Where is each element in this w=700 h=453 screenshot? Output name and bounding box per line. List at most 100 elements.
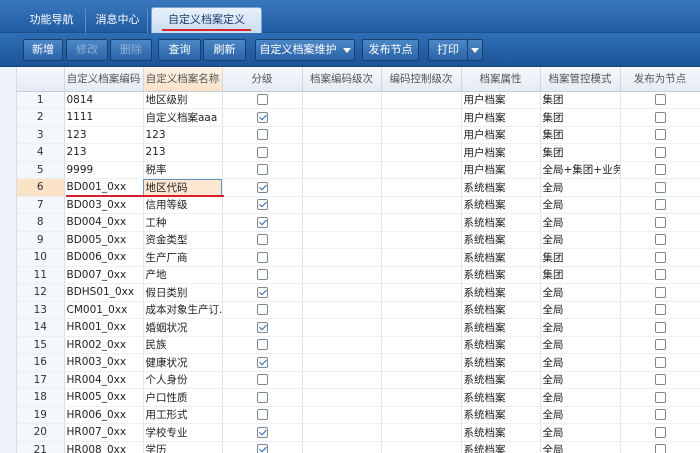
checkbox[interactable] [654, 199, 666, 211]
checkbox[interactable] [654, 146, 666, 158]
archive-attribute-cell[interactable]: 系统档案 [461, 371, 541, 389]
code-level-cell[interactable] [302, 406, 382, 424]
code-control-level-cell[interactable] [381, 301, 462, 319]
archive-code-cell[interactable]: HR007_0xx [64, 423, 144, 442]
archive-name-cell[interactable]: 资金类型 [143, 231, 223, 249]
archive-attribute-cell[interactable]: 系统档案 [461, 423, 541, 442]
checkbox[interactable] [256, 94, 268, 106]
row-number[interactable]: 4 [17, 143, 65, 162]
row-number[interactable]: 5 [17, 161, 65, 179]
checkbox[interactable] [654, 339, 666, 351]
checkbox[interactable] [256, 216, 268, 228]
checkbox[interactable] [654, 181, 666, 193]
table-row[interactable]: 59999税率 用户档案全局+集团+业务... [17, 161, 700, 179]
archive-attribute-cell[interactable]: 系统档案 [461, 336, 541, 354]
control-mode-cell[interactable]: 全局+集团+业务... [540, 161, 621, 179]
archive-code-cell[interactable]: BDHS01_0xx [64, 283, 144, 302]
row-number[interactable]: 14 [17, 318, 65, 337]
checkbox[interactable] [654, 94, 666, 106]
checkbox[interactable] [654, 391, 666, 403]
checkbox[interactable] [256, 321, 268, 333]
table-row[interactable]: 6 BD001_0xx 地区代码 系统档案 全局 [17, 178, 700, 197]
table-row[interactable]: 18 HR005_0xx 户口性质 系统档案 全局 [17, 388, 700, 407]
row-number[interactable]: 6 [17, 178, 65, 197]
archive-code-cell[interactable]: 123 [64, 126, 144, 144]
archive-name-cell[interactable]: 用工形式 [143, 406, 223, 424]
checkbox[interactable] [654, 409, 666, 421]
archive-name-cell[interactable]: 成本对象生产订... [143, 301, 223, 319]
row-number[interactable]: 16 [17, 353, 65, 372]
table-row[interactable]: 15 HR002_0xx 民族 系统档案 全局 [17, 336, 700, 354]
archive-attribute-cell[interactable]: 系统档案 [461, 213, 541, 232]
archive-attribute-cell[interactable]: 系统档案 [461, 196, 541, 214]
code-control-level-cell[interactable] [381, 318, 462, 337]
archive-code-cell[interactable]: HR004_0xx [64, 371, 144, 389]
row-number[interactable]: 20 [17, 423, 65, 442]
archive-code-cell[interactable]: HR002_0xx [64, 336, 144, 354]
row-number[interactable]: 18 [17, 388, 65, 407]
tab-custom-archive-definition[interactable]: 自定义档案定义 [151, 7, 262, 33]
code-level-cell[interactable] [302, 388, 382, 407]
row-number[interactable]: 21 [17, 441, 65, 453]
control-mode-cell[interactable]: 全局 [540, 178, 621, 197]
checkbox[interactable] [256, 444, 268, 453]
archive-code-cell[interactable]: BD006_0xx [64, 248, 144, 267]
archive-attribute-cell[interactable]: 系统档案 [461, 441, 541, 453]
control-mode-cell[interactable]: 集团 [540, 126, 621, 144]
checkbox[interactable] [654, 251, 666, 263]
archive-name-cell[interactable]: 地区级别 [143, 91, 223, 109]
code-control-level-cell[interactable] [381, 353, 462, 372]
checkbox[interactable] [256, 234, 268, 246]
code-control-level-cell[interactable] [381, 213, 462, 232]
archive-attribute-cell[interactable]: 系统档案 [461, 231, 541, 249]
code-level-cell[interactable] [302, 266, 382, 284]
code-control-level-cell[interactable] [381, 196, 462, 214]
archive-code-cell[interactable]: 9999 [64, 161, 144, 179]
archive-attribute-cell[interactable]: 用户档案 [461, 126, 541, 144]
column-header[interactable]: 档案属性 [461, 67, 541, 92]
publish-node-button[interactable]: 发布节点 [362, 39, 419, 61]
table-row[interactable]: 8 BD004_0xx 工种 系统档案 全局 [17, 213, 700, 232]
control-mode-cell[interactable]: 集团 [540, 143, 621, 162]
checkbox[interactable] [256, 111, 268, 123]
print-dropdown-button[interactable] [467, 39, 483, 61]
archive-name-cell[interactable]: 213 [143, 143, 223, 162]
table-row[interactable]: 2 1111 自定义档案aaa 用户档案 集团 [17, 108, 700, 127]
delete-button[interactable]: 删除 [110, 39, 152, 61]
row-number[interactable]: 15 [17, 336, 65, 354]
query-button[interactable]: 查询 [158, 39, 201, 61]
control-mode-cell[interactable]: 全局 [540, 196, 621, 214]
archive-name-cell[interactable]: 123 [143, 126, 223, 144]
code-control-level-cell[interactable] [381, 91, 462, 109]
checkbox[interactable] [256, 269, 268, 281]
checkbox[interactable] [256, 164, 268, 176]
archive-attribute-cell[interactable]: 系统档案 [461, 318, 541, 337]
archive-attribute-cell[interactable]: 系统档案 [461, 406, 541, 424]
code-control-level-cell[interactable] [381, 143, 462, 162]
table-row[interactable]: 14 HR001_0xx 婚姻状况 系统档案 全局 [17, 318, 700, 337]
code-control-level-cell[interactable] [381, 336, 462, 354]
code-level-cell[interactable] [302, 318, 382, 337]
checkbox[interactable] [654, 444, 666, 453]
checkbox[interactable] [256, 426, 268, 438]
code-control-level-cell[interactable] [381, 161, 462, 179]
code-level-cell[interactable] [302, 371, 382, 389]
checkbox[interactable] [256, 146, 268, 158]
code-control-level-cell[interactable] [381, 441, 462, 453]
code-level-cell[interactable] [302, 231, 382, 249]
archive-name-cell[interactable]: 民族 [143, 336, 223, 354]
code-level-cell[interactable] [302, 283, 382, 302]
checkbox[interactable] [256, 304, 268, 316]
archive-code-cell[interactable]: 1111 [64, 108, 144, 127]
table-row[interactable]: 13 CM001_0xx 成本对象生产订... 系统档案 全局 [17, 301, 700, 319]
code-control-level-cell[interactable] [381, 406, 462, 424]
column-header[interactable]: 档案管控模式 [540, 67, 621, 92]
control-mode-cell[interactable]: 全局 [540, 283, 621, 302]
row-number[interactable]: 9 [17, 231, 65, 249]
control-mode-cell[interactable]: 全局 [540, 336, 621, 354]
control-mode-cell[interactable]: 全局 [540, 353, 621, 372]
table-row[interactable]: 3 123 123 用户档案 集团 [17, 126, 700, 144]
code-level-cell[interactable] [302, 213, 382, 232]
checkbox[interactable] [256, 129, 268, 141]
row-number[interactable]: 7 [17, 196, 65, 214]
